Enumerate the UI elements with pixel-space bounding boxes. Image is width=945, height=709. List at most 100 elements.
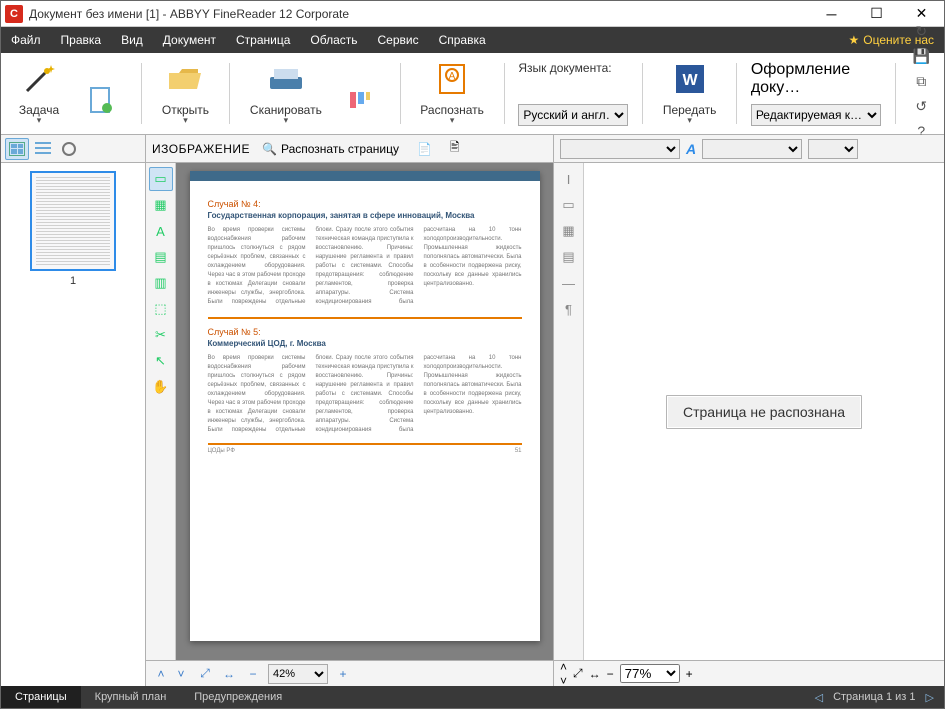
fit-page-icon[interactable]: ⤢ [196,665,214,683]
image-panel: ИЗОБРАЖЕНИЕ 🔍 Распознать страницу 📄 🖹 ▭ … [146,135,554,686]
tool-hand[interactable]: ✋ [149,375,173,399]
pages-settings-button[interactable] [57,138,81,160]
language-select[interactable]: Русский и англ… [518,104,628,126]
new-doc-button[interactable] [75,80,127,130]
text-fit-page-icon[interactable]: ⤢ [573,666,583,681]
language-group: Язык документа: Русский и англ… [518,57,628,130]
text-tool-table[interactable]: ▦ [557,219,581,243]
style-group: Оформление доку… Редактируемая к… [751,57,881,130]
nav-down-icon[interactable]: ˅ [172,665,190,683]
nav-up-icon[interactable]: ˄ [152,665,170,683]
zoom-out-icon[interactable]: − [244,665,262,683]
minimize-button[interactable]: ─ [809,2,854,26]
scan-button[interactable]: Сканировать▾ [244,57,328,130]
tool-table-area[interactable]: ▦ [149,193,173,217]
menu-view[interactable]: Вид [111,27,153,53]
status-tab-closeup[interactable]: Крупный план [81,686,181,708]
page-footer-brand: ЦОДы РФ [208,448,235,454]
status-tab-warnings[interactable]: Предупреждения [180,686,296,708]
menu-service[interactable]: Сервис [368,27,429,53]
menu-page[interactable]: Страница [226,27,300,53]
text-panel-footer: ˄ ˅ ⤢ ↔ − 77% + [554,660,944,686]
article2-case: Случай № 5: [208,327,522,337]
style-label: Оформление доку… [751,61,881,97]
text-tool-highlight[interactable]: ▭ [557,193,581,217]
save-icon[interactable]: 💾 [909,45,933,67]
menu-area[interactable]: Область [300,27,367,53]
thumbnail-view-button[interactable] [5,138,29,160]
menu-document[interactable]: Документ [153,27,226,53]
tool-background-area[interactable]: ▤ [149,245,173,269]
text-tool-line[interactable]: ― [557,271,581,295]
tool-recognition-area[interactable]: ⬚ [149,297,173,321]
text-panel: A I ▭ ▦ ▤ ― ¶ Страница не распознана ˄ ˅… [554,135,944,686]
article2-body: Во время проверки системы водоснабжения … [208,354,522,435]
page-indicator: Страница 1 из 1 [833,691,915,703]
recognize-button[interactable]: A Распознать▾ [414,57,490,130]
word-icon: W [670,59,710,99]
text-tool-cursor[interactable]: I [557,167,581,191]
tool-barcode-area[interactable]: ▥ [149,271,173,295]
task-button[interactable]: Задача▾ [9,57,69,130]
language-label: Язык документа: [518,61,628,75]
text-zoom-out-icon[interactable]: − [607,667,614,681]
page-thumbnail-label: 1 [70,275,76,287]
tool-picture-area[interactable]: A [149,219,173,243]
analyze-button[interactable]: 📄 [411,140,438,158]
tool-text-area[interactable]: ▭ [149,167,173,191]
undo-icon[interactable]: ↺ [909,95,933,117]
style-select[interactable]: Редактируемая к… [751,104,881,126]
text-fit-width-icon[interactable]: ↔ [589,667,601,681]
maximize-button[interactable]: ☐ [854,2,899,26]
fit-width-icon[interactable]: ↔ [220,665,238,683]
text-zoom-in-icon[interactable]: + [686,667,693,681]
text-tool-picture[interactable]: ▤ [557,245,581,269]
text-panel-header: A [554,135,944,163]
list-view-button[interactable] [31,138,55,160]
svg-text:W: W [682,72,698,89]
status-tab-pages[interactable]: Страницы [1,686,81,708]
zoom-in-icon[interactable]: + [334,665,352,683]
text-tool-pilcrow[interactable]: ¶ [557,297,581,321]
menu-help[interactable]: Справка [429,27,496,53]
page-footer-number: 51 [515,448,522,454]
app-icon: C [5,5,23,23]
send-button[interactable]: W Передать▾ [657,57,723,130]
prev-page-icon[interactable]: ◁ [815,691,823,704]
image-panel-footer: ˄ ˅ ⤢ ↔ − 42% + [146,660,553,686]
folder-open-icon [165,59,205,99]
article1-case: Случай № 4: [208,199,522,209]
font-family-select[interactable] [560,139,680,159]
text-zoom-select[interactable]: 77% [620,664,680,683]
image-canvas[interactable]: Случай № 4: Государственная корпорация, … [176,163,553,660]
font-style-select[interactable] [702,139,802,159]
open-button[interactable]: Открыть▾ [155,57,215,130]
text-tool-strip: I ▭ ▦ ▤ ― ¶ [554,163,584,660]
window-title: Документ без имени [1] - ABBYY FineReade… [27,7,809,21]
image-panel-header: ИЗОБРАЖЕНИЕ 🔍 Распознать страницу 📄 🖹 [146,135,553,163]
next-page-icon[interactable]: ▷ [926,691,934,704]
recognize-page-icon: 🔍 [262,142,277,156]
redo-icon[interactable]: ↻ [909,20,933,42]
article1-title: Государственная корпорация, занятая в сф… [208,211,522,220]
text-canvas: Страница не распознана [584,163,944,660]
share-icon[interactable]: ⧉ [909,70,933,92]
image-panel-title: ИЗОБРАЖЕНИЕ [152,142,250,156]
font-style-icon[interactable]: A [686,141,696,157]
font-size-select[interactable] [808,139,858,159]
scan-extra-button[interactable] [334,80,386,130]
recognize-icon: A [432,59,472,99]
article2-title: Коммерческий ЦОД, г. Москва [208,339,522,348]
page-thumbnail-1[interactable] [30,171,116,271]
menu-edit[interactable]: Правка [51,27,112,53]
zoom-select[interactable]: 42% [268,664,328,684]
tool-eraser[interactable]: ✂ [149,323,173,347]
save-image-button[interactable]: 🖹 [444,136,466,161]
menu-file[interactable]: Файл [1,27,51,53]
recognize-page-label: Распознать страницу [281,142,399,156]
pages-toolbar [1,135,145,163]
recognize-page-button[interactable]: 🔍 Распознать страницу [256,140,405,158]
page-thumbnails: 1 [1,163,145,686]
text-nav-up-icon[interactable]: ˄ [560,660,567,674]
tool-pointer[interactable]: ↖ [149,349,173,373]
